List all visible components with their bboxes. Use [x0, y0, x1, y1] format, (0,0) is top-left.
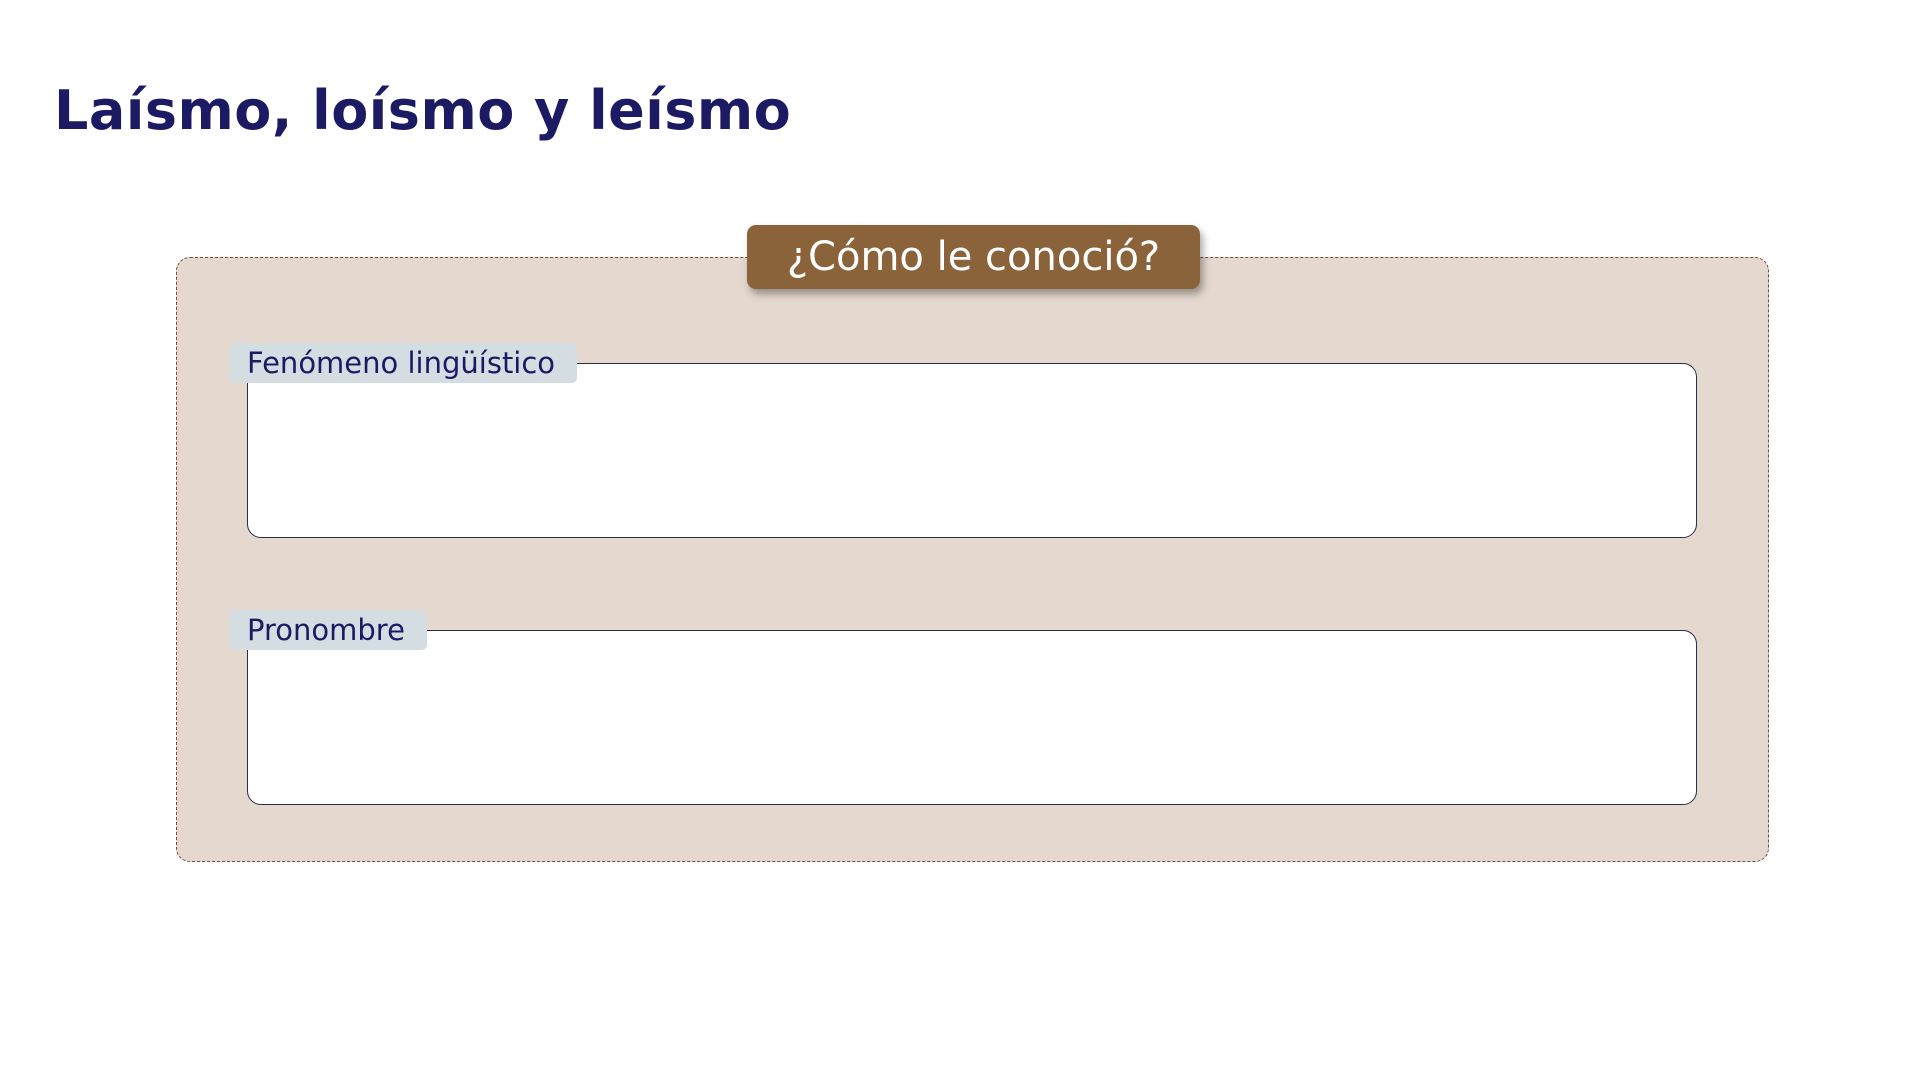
page-title: Laísmo, loísmo y leísmo: [54, 79, 792, 142]
fenomeno-linguistico-field[interactable]: [247, 363, 1697, 538]
question-tab: ¿Cómo le conoció?: [747, 225, 1200, 289]
pronombre-label: Pronombre: [230, 610, 427, 650]
fenomeno-linguistico-label: Fenómeno lingüístico: [230, 343, 578, 383]
pronombre-field[interactable]: [247, 630, 1697, 805]
